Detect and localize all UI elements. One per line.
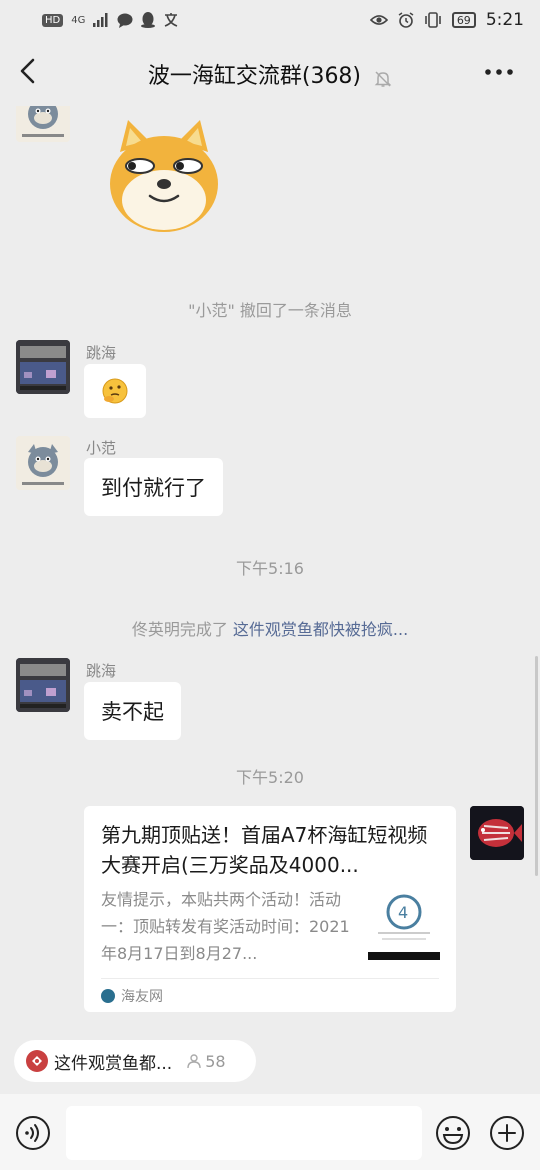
pin-notice: 佟英明完成了 这件观赏鱼都快被抢疯... xyxy=(0,616,540,640)
battery-indicator: 69 xyxy=(451,12,476,28)
emoji-icon[interactable] xyxy=(435,1115,471,1151)
hd-badge: HD xyxy=(42,13,64,27)
pinned-topic-icon xyxy=(26,1050,48,1072)
cat-avatar-icon xyxy=(16,436,70,490)
emoji-bubble[interactable] xyxy=(84,364,146,418)
card-title: 第九期顶贴送！首届A7杯海缸短视频大赛开启(三万奖品及4000... xyxy=(101,823,428,877)
chat-title: 波一海缸交流群(368) xyxy=(147,64,362,89)
person-icon xyxy=(187,1054,201,1069)
pinned-topic-text: 这件观赏鱼都... xyxy=(54,1053,173,1074)
message-bubble[interactable]: 卖不起 xyxy=(84,682,181,740)
chat-header: 波一海缸交流群(368) xyxy=(0,40,540,106)
status-bar: HD 4G 69 5:21 xyxy=(0,0,540,40)
card-source-name: 海友网 xyxy=(121,989,163,1005)
scrollbar[interactable] xyxy=(535,656,538,876)
status-left: HD 4G xyxy=(42,12,179,28)
avatar-tiaohai[interactable] xyxy=(16,340,70,394)
fish-avatar-icon xyxy=(470,806,524,860)
aquarium-avatar-icon xyxy=(16,340,70,394)
pinned-topic[interactable]: 这件观赏鱼都... 58 xyxy=(14,1040,256,1082)
avatar-xiaofan[interactable] xyxy=(16,436,70,490)
card-divider xyxy=(101,978,439,979)
more-options-icon[interactable] xyxy=(484,62,514,82)
doge-sticker[interactable] xyxy=(104,116,224,236)
battery-level: 69 xyxy=(456,13,471,27)
thinking-face-icon xyxy=(102,378,128,404)
translate-icon xyxy=(165,13,178,27)
pin-notice-prefix: 佟英明完成了 xyxy=(131,620,233,639)
alarm-icon xyxy=(398,12,414,28)
pin-notice-link[interactable]: 这件观赏鱼都快被抢疯... xyxy=(233,620,408,639)
timestamp: 下午5:20 xyxy=(236,768,304,787)
svg-text:4: 4 xyxy=(398,903,408,922)
title-wrap: 波一海缸交流群(368) xyxy=(0,58,540,90)
source-logo-icon xyxy=(101,989,115,1003)
participant-count: 58 xyxy=(205,1051,226,1071)
network-label: 4G xyxy=(71,14,86,26)
recall-notice: "小范" 撤回了一条消息 xyxy=(188,301,352,320)
message-bubble[interactable]: 到付就行了 xyxy=(84,458,223,516)
status-right: 69 5:21 xyxy=(369,10,524,30)
sender-name: 小范 xyxy=(86,439,117,457)
plus-icon[interactable] xyxy=(489,1115,525,1151)
signal-icon xyxy=(93,13,108,27)
link-card[interactable]: 第九期顶贴送！首届A7杯海缸短视频大赛开启(三万奖品及4000... 友情提示，… xyxy=(84,806,456,1012)
qq-penguin-icon xyxy=(141,12,156,28)
pinned-participants: 58 xyxy=(186,1051,226,1071)
status-time: 5:21 xyxy=(485,10,524,30)
mute-bell-icon xyxy=(374,70,392,87)
card-thumbnail: 4 xyxy=(368,888,440,960)
flame-icon xyxy=(32,1056,42,1066)
chat-bubble-icon xyxy=(117,13,133,28)
card-source: 海友网 xyxy=(101,986,163,1006)
cat-avatar-icon xyxy=(16,106,70,142)
card-description: 友情提示，本贴共两个活动！活动一：顶贴转发有奖活动时间：2021年8月17日到8… xyxy=(101,890,350,963)
message-list[interactable]: "小范" 撤回了一条消息 跳海 小范 到付就行了 下午5:16 佟英明完成了 这… xyxy=(0,106,540,1028)
message-input[interactable] xyxy=(66,1106,422,1160)
timestamp: 下午5:16 xyxy=(236,559,304,578)
vibrate-icon xyxy=(425,12,441,28)
sender-name: 跳海 xyxy=(86,344,117,362)
avatar-cat[interactable] xyxy=(16,106,70,142)
eye-icon xyxy=(369,15,388,25)
input-bar xyxy=(0,1094,540,1170)
card-thumbnail-image: 4 xyxy=(368,888,440,960)
sender-name: 跳海 xyxy=(86,662,117,680)
voice-input-icon[interactable] xyxy=(15,1115,51,1151)
avatar-tiaohai[interactable] xyxy=(16,658,70,712)
aquarium-avatar-icon xyxy=(16,658,70,712)
avatar-self[interactable] xyxy=(470,806,524,860)
